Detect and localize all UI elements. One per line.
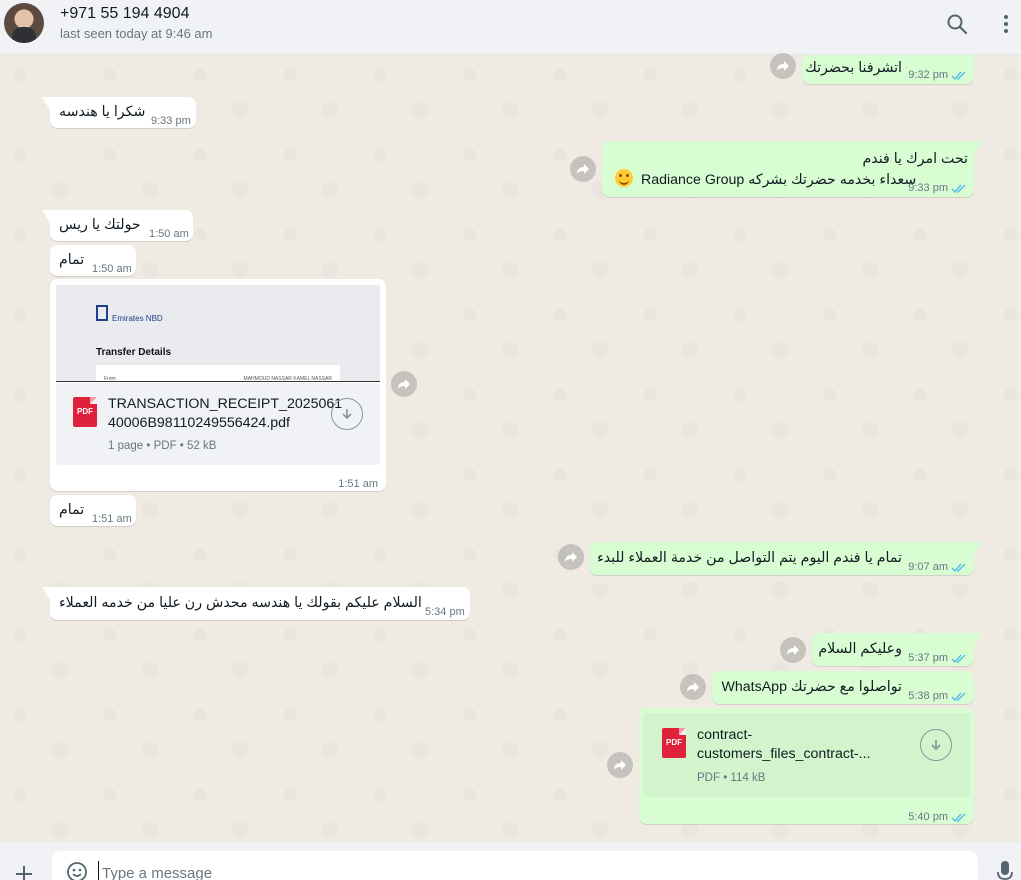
preview-bank-name: Emirates NBD bbox=[112, 314, 163, 323]
message-incoming[interactable]: شكرا يا هندسه 9:33 pm bbox=[42, 97, 196, 128]
download-button[interactable] bbox=[331, 398, 363, 430]
document-info: 1 page • PDF • 52 kB bbox=[108, 440, 217, 452]
message-outgoing[interactable]: وعليكم السلام 5:37 pm bbox=[812, 633, 982, 668]
message-text: تمام bbox=[59, 252, 85, 268]
message-outgoing[interactable]: تواصلوا مع حضرتك WhatsApp 5:38 pm bbox=[712, 671, 974, 704]
double-check-icon bbox=[951, 563, 966, 573]
document-filename-line2: customers_files_contract-... bbox=[697, 746, 871, 762]
download-arrow-icon bbox=[342, 409, 352, 420]
message-input-container[interactable] bbox=[52, 851, 978, 880]
message-time: 5:38 pm bbox=[908, 690, 948, 702]
download-arrow-icon bbox=[931, 740, 941, 751]
message-outgoing[interactable]: تحت امرك يا فندم سعداء بخدمه حضرتك بشركه… bbox=[602, 141, 982, 198]
message-input[interactable] bbox=[98, 861, 958, 880]
bank-logo-icon bbox=[96, 305, 108, 321]
message-time: 9:33 pm bbox=[908, 182, 948, 194]
forward-icon[interactable] bbox=[558, 544, 584, 570]
plus-icon[interactable] bbox=[12, 862, 36, 880]
document-filename-line1: contract- bbox=[697, 727, 753, 743]
document-filename-line1: TRANSACTION_RECEIPT_2025061 bbox=[108, 396, 343, 412]
sticker-icon[interactable] bbox=[66, 861, 88, 880]
message-text: تمام يا فندم اليوم يتم التواصل من خدمة ا… bbox=[597, 550, 902, 566]
kebab-menu-icon[interactable] bbox=[994, 12, 1018, 36]
document-filename-line2: 40006B98110249556424.pdf bbox=[108, 415, 290, 431]
message-meta: 5:38 pm bbox=[908, 687, 967, 706]
double-check-icon bbox=[951, 184, 966, 194]
message-text: اتشرفنا بحضرتك bbox=[805, 60, 902, 76]
message-outgoing-document[interactable]: PDF contract- customers_files_contract-.… bbox=[639, 708, 974, 824]
message-time: 9:07 am bbox=[908, 561, 948, 573]
message-outgoing[interactable]: اتشرفنا بحضرتك 9:32 pm bbox=[802, 55, 974, 84]
double-check-icon bbox=[951, 813, 966, 823]
contact-last-seen: last seen today at 9:46 am bbox=[60, 26, 213, 41]
message-text: وعليكم السلام bbox=[818, 641, 902, 657]
message-text: تمام bbox=[59, 502, 85, 518]
double-check-icon bbox=[951, 654, 966, 664]
message-text-line2-wrap: سعداء بخدمه حضرتك بشركه Radiance Group bbox=[611, 169, 916, 190]
message-meta: 5:37 pm bbox=[908, 649, 967, 668]
message-time: 5:40 pm bbox=[908, 811, 948, 823]
message-text: حولتك يا ريس bbox=[59, 217, 141, 233]
pdf-file-icon: PDF bbox=[73, 397, 97, 427]
message-text-line2: سعداء بخدمه حضرتك بشركه Radiance Group bbox=[640, 172, 917, 188]
message-time: 9:33 pm bbox=[151, 115, 191, 127]
contact-name[interactable]: +971 55 194 4904 bbox=[60, 5, 189, 23]
message-composer bbox=[0, 842, 1021, 880]
forward-icon[interactable] bbox=[770, 53, 796, 79]
message-time: 9:32 pm bbox=[908, 69, 948, 81]
message-time: 1:50 am bbox=[149, 228, 189, 240]
message-incoming[interactable]: تمام 1:50 am bbox=[50, 245, 136, 276]
preview-from-row: From MAHMOUD NASSAR KAMEL NASSAR bbox=[96, 365, 340, 382]
message-meta: 9:32 pm bbox=[908, 66, 967, 85]
message-meta: 9:07 am bbox=[908, 558, 967, 577]
document-info: PDF • 114 kB bbox=[697, 772, 766, 784]
document-card[interactable]: PDF TRANSACTION_RECEIPT_2025061 40006B98… bbox=[56, 383, 380, 465]
message-meta: 9:33 pm bbox=[908, 179, 967, 198]
chat-header: +971 55 194 4904 last seen today at 9:46… bbox=[0, 0, 1021, 55]
message-incoming-document[interactable]: Emirates NBD Transfer Details From MAHMO… bbox=[50, 279, 386, 491]
forward-icon[interactable] bbox=[607, 752, 633, 778]
contact-avatar[interactable] bbox=[4, 3, 44, 43]
forward-icon[interactable] bbox=[391, 371, 417, 397]
message-outgoing[interactable]: تمام يا فندم اليوم يتم التواصل من خدمة ا… bbox=[589, 542, 982, 577]
message-time: 1:51 am bbox=[92, 513, 132, 525]
message-incoming[interactable]: تمام 1:51 am bbox=[50, 495, 136, 526]
forward-icon[interactable] bbox=[780, 637, 806, 663]
message-time: 5:37 pm bbox=[908, 652, 948, 664]
preview-heading: Transfer Details bbox=[96, 347, 172, 358]
forward-icon[interactable] bbox=[680, 674, 706, 700]
pdf-file-icon: PDF bbox=[662, 728, 686, 758]
message-time: 5:34 pm bbox=[425, 606, 465, 618]
message-incoming[interactable]: حولتك يا ريس 1:50 am bbox=[42, 210, 193, 241]
smiling-face-emoji-icon bbox=[615, 169, 633, 187]
document-preview[interactable]: Emirates NBD Transfer Details From MAHMO… bbox=[56, 285, 380, 382]
double-check-icon bbox=[951, 692, 966, 702]
preview-from-label: From bbox=[104, 376, 116, 382]
download-button[interactable] bbox=[920, 729, 952, 761]
double-check-icon bbox=[951, 71, 966, 81]
message-text: تواصلوا مع حضرتك WhatsApp bbox=[721, 679, 902, 695]
message-text: شكرا يا هندسه bbox=[59, 104, 146, 120]
message-time: 1:50 am bbox=[92, 263, 132, 275]
message-meta: 5:40 pm bbox=[908, 808, 967, 827]
document-card[interactable]: PDF contract- customers_files_contract-.… bbox=[643, 713, 970, 797]
preview-from-value: MAHMOUD NASSAR KAMEL NASSAR bbox=[243, 376, 332, 382]
message-text: السلام عليكم بقولك يا هندسه محدش رن عليا… bbox=[59, 595, 422, 611]
search-icon[interactable] bbox=[945, 12, 969, 36]
message-time: 1:51 am bbox=[338, 478, 378, 490]
forward-icon[interactable] bbox=[570, 156, 596, 182]
message-list[interactable]: اتشرفنا بحضرتك 9:32 pm شكرا يا هندسه 9:3… bbox=[0, 53, 1021, 842]
mic-icon[interactable] bbox=[995, 860, 1015, 880]
message-incoming[interactable]: السلام عليكم بقولك يا هندسه محدش رن عليا… bbox=[42, 587, 470, 620]
message-text-line1: تحت امرك يا فندم bbox=[862, 151, 969, 167]
